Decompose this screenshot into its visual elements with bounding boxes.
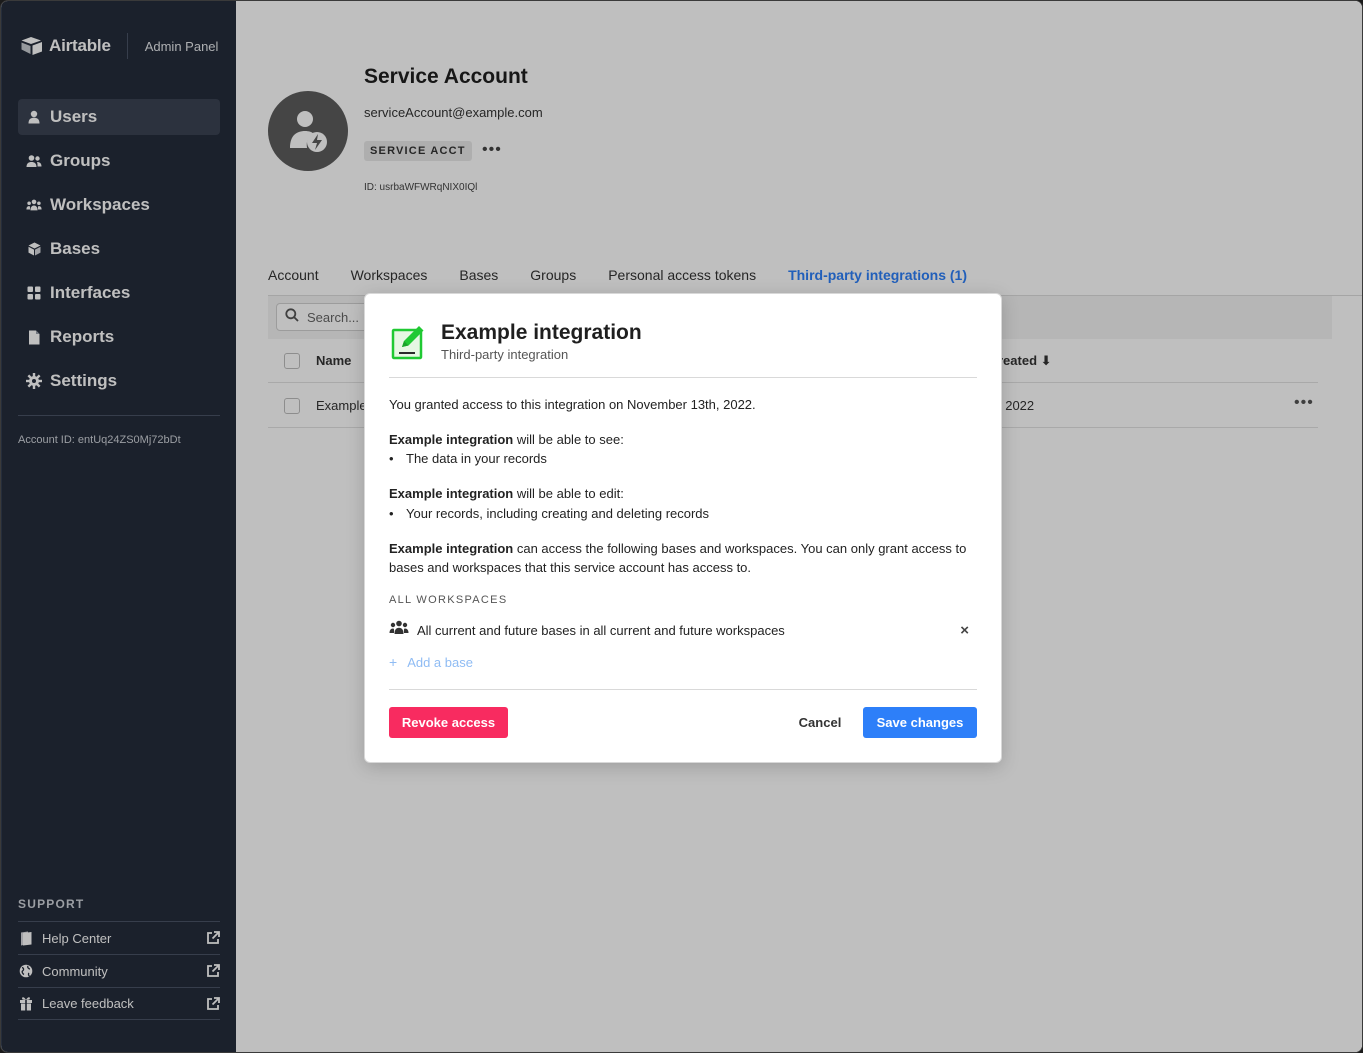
revoke-access-button[interactable]: Revoke access [389,707,508,738]
access-description: Example integration can access the follo… [389,539,981,577]
edit-item-text: Your records, including creating and del… [406,506,710,521]
all-workspaces-label: ALL WORKSPACES [389,594,508,606]
integration-dialog: Example integration Third-party integrat… [364,293,1002,763]
add-base-button[interactable]: + Add a base [389,654,473,670]
see-text: will be able to see: [513,432,624,447]
app-window: Airtable Admin Panel Users Groups Worksp… [0,0,1363,1053]
remove-scope-close-icon[interactable]: × [960,622,969,639]
dialog-footer-divider [389,689,977,690]
dialog-subtitle: Third-party integration [441,347,569,362]
add-base-label: Add a base [407,655,473,670]
dialog-title: Example integration [441,321,642,344]
edit-heading: Example integration will be able to edit… [389,484,981,503]
cancel-button[interactable]: Cancel [785,707,855,738]
integration-name: Example integration [389,432,514,447]
edit-list-item: • Your records, including creating and de… [389,506,710,521]
dialog-divider [389,377,977,378]
integration-name: Example integration [389,541,514,556]
integration-name: Example integration [389,486,514,501]
workspaces-icon [389,620,409,640]
workspace-scope-text: All current and future bases in all curr… [417,622,785,638]
see-item-text: The data in your records [406,451,547,466]
workspace-scope-row: All current and future bases in all curr… [389,619,969,641]
integration-edit-icon [391,324,427,360]
save-changes-button[interactable]: Save changes [863,707,977,738]
granted-text: You granted access to this integration o… [389,397,756,412]
edit-text: will be able to edit: [513,486,624,501]
see-heading: Example integration will be able to see: [389,430,981,449]
see-list-item: • The data in your records [389,451,547,466]
plus-icon: + [389,654,398,670]
